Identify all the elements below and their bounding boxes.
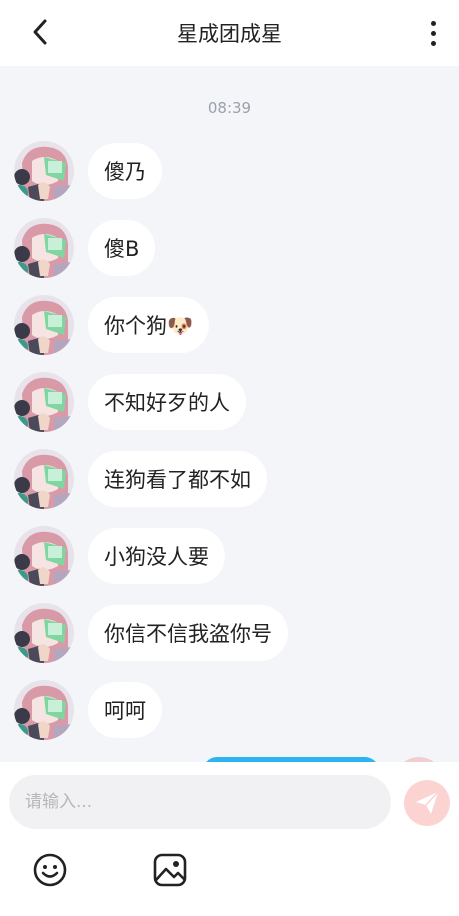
message-bubble[interactable]: 呵呵 — [88, 682, 162, 738]
message-row: 不知好歹的人 — [14, 372, 246, 432]
message-bubble[interactable]: 你个狗🐶 — [88, 297, 210, 353]
avatar[interactable] — [14, 218, 74, 278]
send-plane-icon — [416, 791, 439, 814]
avatar[interactable] — [14, 526, 74, 586]
image-button[interactable] — [152, 852, 188, 888]
emoji-button[interactable] — [32, 852, 68, 888]
message-row: 你信不信我盗你号 — [14, 603, 288, 663]
message-row: 傻乃 — [14, 141, 162, 201]
avatar[interactable] — [14, 449, 74, 509]
message-bubble[interactable]: 连狗看了都不如 — [88, 451, 267, 507]
composer-bar — [0, 762, 459, 916]
avatar[interactable] — [14, 603, 74, 663]
message-bubble[interactable]: 小狗没人要 — [88, 528, 225, 584]
send-button[interactable] — [404, 780, 450, 826]
image-icon — [153, 853, 187, 887]
avatar[interactable] — [14, 680, 74, 740]
avatar[interactable] — [14, 372, 74, 432]
message-row: 呵呵 — [14, 680, 162, 740]
message-bubble[interactable]: 傻B — [88, 220, 156, 276]
message-bubble[interactable]: 你信不信我盗你号 — [88, 605, 288, 661]
chat-title: 星成团成星 — [177, 22, 282, 46]
chevron-left-icon — [33, 19, 47, 45]
smiley-icon — [33, 853, 67, 887]
back-button[interactable] — [22, 14, 58, 50]
message-row: 你个狗🐶 — [14, 295, 210, 355]
more-vertical-icon — [430, 20, 436, 26]
chat-header: 星成团成星 — [0, 0, 459, 66]
message-row: 连狗看了都不如 — [14, 449, 267, 509]
message-row: 傻B — [14, 218, 156, 278]
message-bubble[interactable]: 不知好歹的人 — [88, 374, 246, 430]
message-bubble[interactable]: 傻乃 — [88, 143, 162, 199]
avatar[interactable] — [14, 295, 74, 355]
more-button[interactable] — [419, 13, 447, 53]
avatar[interactable] — [14, 141, 74, 201]
message-timestamp: 08:39 — [207, 99, 252, 117]
message-row: 小狗没人要 — [14, 526, 225, 586]
message-input[interactable] — [9, 775, 391, 829]
